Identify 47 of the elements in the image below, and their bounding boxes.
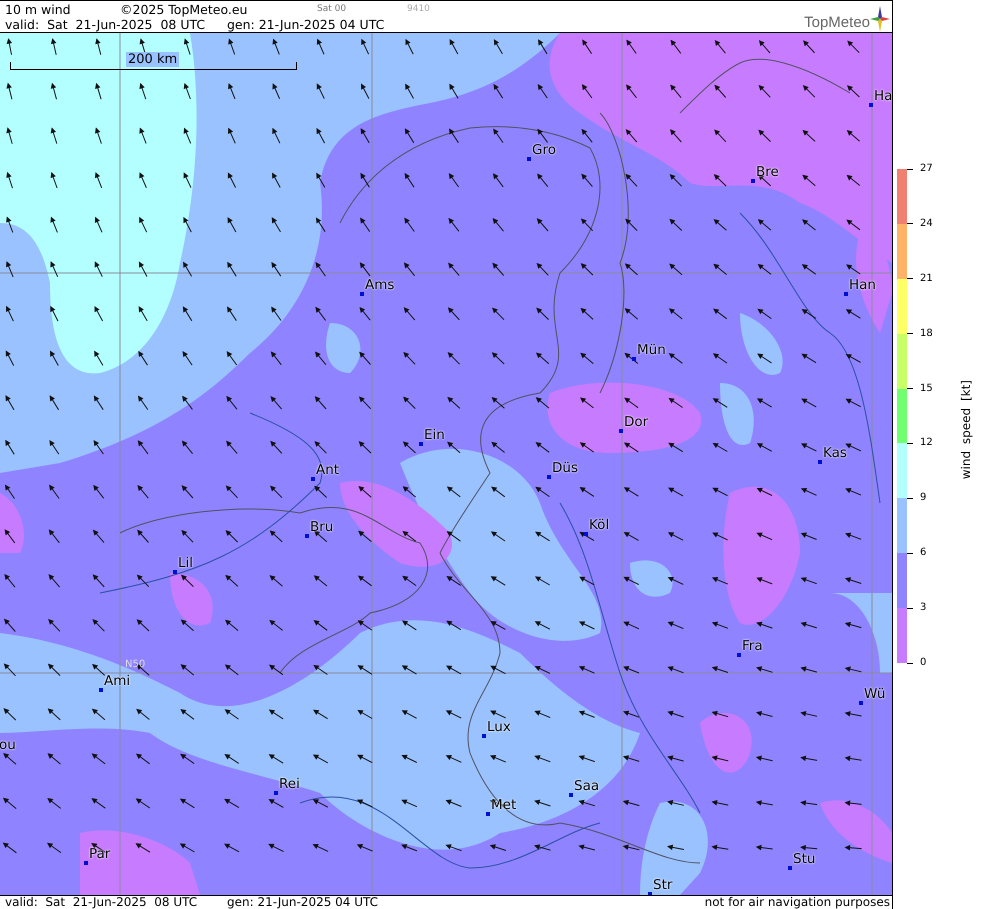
city-label: Köl [589, 518, 610, 533]
legend-tick-label: 12 [920, 437, 933, 450]
legend-tick-label: 18 [920, 328, 933, 340]
city-label: Str [653, 878, 672, 893]
legend-tick-label: 0 [920, 657, 926, 669]
city-label: Stu [793, 852, 816, 867]
product-title: 10 m wind [5, 2, 72, 17]
city-label: Ein [424, 428, 445, 443]
logo-text: TopMeteo [804, 14, 870, 32]
legend-tick-label: 6 [920, 547, 926, 560]
latitude-label: N50 [125, 659, 146, 670]
city-label: Ha [874, 89, 892, 104]
legend-title: wind speed [kt] [959, 380, 973, 480]
legend-tick-label: 24 [920, 218, 933, 230]
city-label: Wü [864, 687, 886, 702]
generated-time: gen: 21-Jun-2025 04 UTC [227, 17, 384, 32]
legend-tick-label: 15 [920, 382, 933, 395]
valid-time: valid: Sat 21-Jun-2025 08 UTC [5, 896, 198, 909]
city-label: Han [849, 278, 876, 293]
city-label: Düs [552, 461, 578, 476]
legend-tick-label: 3 [920, 602, 926, 614]
city-label: Bru [310, 520, 334, 535]
code-label: 9410 [407, 3, 430, 16]
scale-label: 200 km [126, 52, 180, 67]
city-label: Lux [487, 720, 511, 735]
city-label: Dor [624, 415, 648, 430]
legend-tick-label: 21 [920, 272, 933, 285]
run-label: Sat 00 [317, 3, 348, 16]
city-label: Saa [574, 779, 600, 794]
city-label: ou [0, 738, 16, 753]
city-label: Par [89, 847, 110, 862]
city-label: Ami [104, 674, 130, 689]
generated-time: gen: 21-Jun-2025 04 UTC [227, 896, 378, 909]
city-label: Ant [316, 463, 340, 478]
disclaimer-text: not for air navigation purposes [704, 896, 890, 909]
city-label: Fra [742, 639, 763, 654]
valid-time: valid: Sat 21-Jun-2025 08 UTC [5, 17, 206, 32]
city-label: Mün [637, 343, 666, 358]
legend-tick-label: 27 [920, 163, 933, 175]
city-label: Rei [279, 777, 300, 792]
city-label: Gro [532, 143, 556, 158]
city-label: Kas [823, 446, 847, 461]
city-label: Bre [756, 165, 779, 180]
city-label: Ams [365, 278, 394, 293]
legend-tick-label: 9 [920, 492, 926, 504]
city-label: Lil [178, 556, 194, 571]
copyright-text: ©2025 TopMeteo.eu [120, 2, 248, 17]
